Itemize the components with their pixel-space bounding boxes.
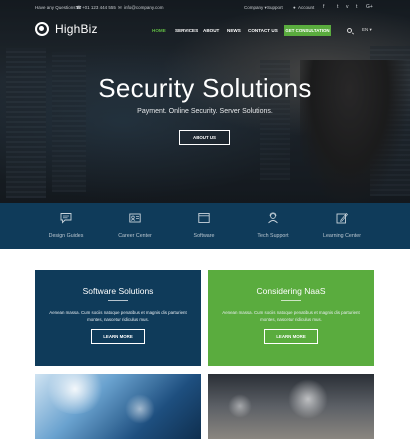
feature-bar: Design Guides Career Center Software Tec… (0, 203, 410, 249)
chalkboard-network-image[interactable] (208, 374, 374, 439)
feature-design-guides[interactable]: Design Guides (31, 203, 101, 249)
feature-label: Design Guides (48, 233, 84, 239)
nav-about[interactable]: ABOUT (203, 28, 219, 33)
feature-software[interactable]: Software (169, 203, 239, 249)
lock-icon: ● (293, 5, 296, 10)
feature-label: Software (193, 233, 215, 239)
card-body: Aenean massa. Cum sociis natoque penatib… (49, 310, 187, 322)
company-menu[interactable]: Company ▾ (244, 5, 267, 11)
learn-more-button[interactable]: LEARN MORE (91, 329, 145, 344)
nav-contact[interactable]: CONTACT US (248, 28, 278, 33)
language-label: EN (362, 27, 369, 32)
feature-label: Tech Support (257, 233, 289, 239)
feature-label: Career Center (118, 233, 152, 239)
hero-section: Have any Questions? ☎ +01 123 444 555 ✉ … (0, 0, 410, 203)
window-icon (198, 213, 210, 223)
facebook-icon[interactable]: f (323, 4, 324, 10)
feature-career-center[interactable]: Career Center (100, 203, 170, 249)
hero-title: Security Solutions (98, 73, 312, 103)
logo-icon[interactable] (35, 22, 49, 36)
email-link[interactable]: info@company.com (124, 5, 164, 10)
question-text: Have any Questions? (35, 5, 79, 10)
brand-name[interactable]: HighBiz (55, 22, 98, 36)
email-icon: ✉ (118, 5, 122, 10)
tumblr-icon[interactable]: t (356, 4, 357, 10)
card-considering-naas: Considering NaaS Aenean massa. Cum socii… (208, 270, 374, 366)
card-software-solutions: Software Solutions Aenean massa. Cum soc… (35, 270, 201, 366)
user-support-icon (268, 212, 278, 224)
card-divider (281, 300, 301, 301)
support-link[interactable]: Support (267, 5, 283, 10)
get-consultation-button[interactable]: GET CONSULTATION (284, 25, 331, 36)
search-icon[interactable] (347, 28, 352, 33)
twitter-icon[interactable]: t (337, 4, 338, 10)
card-title: Software Solutions (82, 286, 154, 296)
tablet-technology-image[interactable] (35, 374, 201, 439)
feature-label: Learning Center (323, 233, 361, 239)
image-highlight (45, 374, 105, 414)
feature-tech-support[interactable]: Tech Support (238, 203, 308, 249)
feature-learning-center[interactable]: Learning Center (307, 203, 377, 249)
nav-news[interactable]: NEWS (227, 28, 241, 33)
language-selector[interactable]: EN ▾ (362, 27, 372, 33)
image-highlight (288, 379, 328, 419)
top-bar: Have any Questions? ☎ +01 123 444 555 ✉ … (0, 0, 410, 14)
learn-more-button[interactable]: LEARN MORE (264, 329, 318, 344)
card-body: Aenean massa. Cum sociis natoque penatib… (222, 310, 360, 322)
nav-services[interactable]: SERVICES (175, 28, 198, 33)
phone-link[interactable]: +01 123 444 555 (82, 5, 116, 10)
image-highlight (125, 394, 155, 424)
company-menu-label: Company (244, 5, 264, 10)
edit-icon (336, 212, 348, 224)
vk-icon[interactable]: v (346, 4, 349, 10)
nav-home[interactable]: HOME (152, 28, 166, 33)
hero-subtitle: Payment. Online Security. Server Solutio… (137, 108, 273, 115)
google-plus-icon[interactable]: G+ (366, 4, 373, 10)
phone-icon: ☎ (76, 5, 82, 10)
card-title: Considering NaaS (256, 286, 326, 296)
about-us-button[interactable]: ABOUT US (179, 130, 230, 145)
chat-icon (60, 213, 72, 224)
account-link[interactable]: Account (298, 5, 314, 10)
card-divider (108, 300, 128, 301)
image-highlight (228, 394, 252, 418)
id-card-icon (129, 213, 141, 223)
